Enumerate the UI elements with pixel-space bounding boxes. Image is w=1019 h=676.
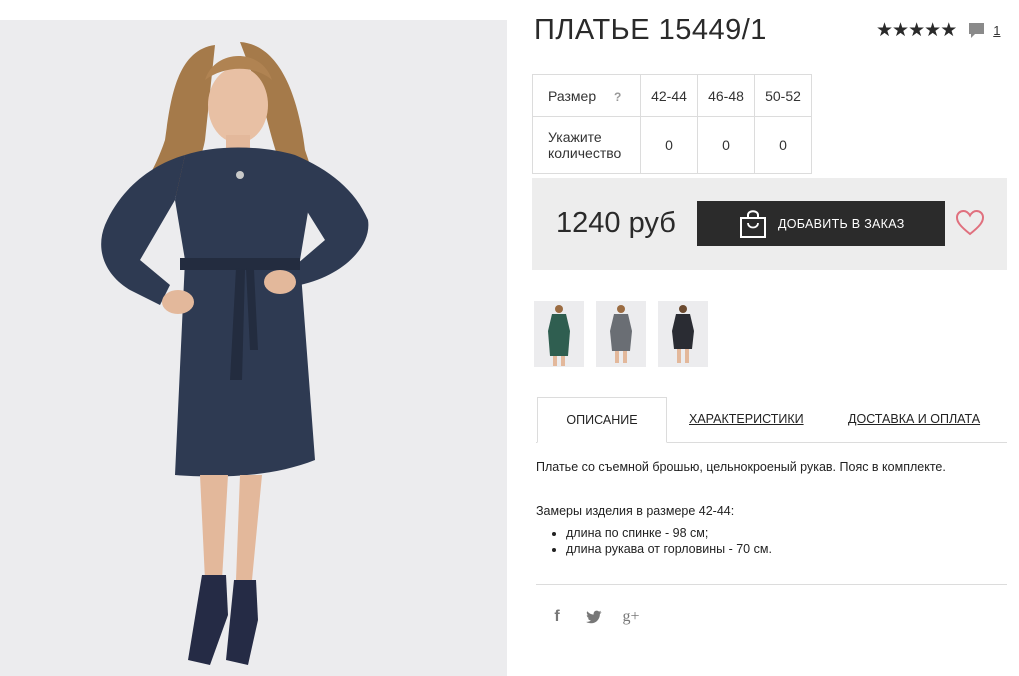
size-option: 50-52 (754, 74, 812, 117)
add-to-order-button[interactable]: ДОБАВИТЬ В ЗАКАЗ (697, 201, 945, 246)
thumbnail-black-dress[interactable] (658, 301, 708, 367)
list-item: длина по спинке - 98 см; (566, 525, 772, 541)
thumbnail-green-dress[interactable] (534, 301, 584, 367)
comment-count-link[interactable]: 1 (993, 23, 1000, 38)
quantity-input[interactable]: 0 (697, 116, 755, 174)
product-description: Платье со съемной брошью, цельнокроеный … (536, 460, 946, 474)
main-product-image[interactable] (0, 20, 507, 676)
quantity-input[interactable]: 0 (640, 116, 698, 174)
heart-icon[interactable] (956, 210, 984, 236)
quantity-label-line2: количество (548, 145, 622, 161)
star-icon[interactable]: ★ (940, 21, 957, 40)
star-icon[interactable]: ★ (876, 21, 893, 40)
tab-characteristics[interactable]: ХАРАКТЕРИСТИКИ (689, 397, 804, 441)
size-help-icon[interactable]: ? (614, 90, 621, 104)
size-option: 46-48 (697, 74, 755, 117)
add-to-order-label: ДОБАВИТЬ В ЗАКАЗ (778, 216, 905, 231)
size-label: Размер (548, 87, 597, 104)
star-icon[interactable]: ★ (908, 21, 925, 40)
measurements-list: длина по спинке - 98 см; длина рукава от… (550, 525, 772, 557)
product-tabs: ОПИСАНИЕ ХАРАКТЕРИСТИКИ ДОСТАВКА И ОПЛАТ… (536, 397, 1007, 443)
shopping-bag-icon (740, 210, 766, 238)
dress-thumbnail-image (548, 305, 570, 366)
comment-icon[interactable] (968, 22, 985, 39)
star-icon[interactable]: ★ (892, 21, 909, 40)
social-share: f g+ (548, 608, 640, 626)
divider (536, 584, 1007, 585)
dress-thumbnail-image (610, 305, 632, 363)
product-price: 1240 руб (556, 207, 676, 239)
star-icon[interactable]: ★ (924, 21, 941, 40)
googleplus-icon[interactable]: g+ (622, 608, 640, 626)
dress-thumbnail-image (672, 305, 694, 363)
size-option: 42-44 (640, 74, 698, 117)
thumbnail-list (534, 301, 708, 367)
facebook-icon[interactable]: f (548, 608, 566, 626)
thumbnail-gray-dress[interactable] (596, 301, 646, 367)
measurements-title: Замеры изделия в размере 42-44: (536, 504, 735, 518)
dress-model-illustration (0, 20, 507, 676)
product-title: ПЛАТЬЕ 15449/1 (534, 14, 767, 46)
tab-delivery-payment[interactable]: ДОСТАВКА И ОПЛАТА (848, 397, 980, 441)
quantity-label-line1: Укажите (548, 129, 602, 145)
quantity-row: Укажите количество 0 0 0 (532, 116, 812, 174)
buy-panel: 1240 руб ДОБАВИТЬ В ЗАКАЗ (532, 178, 1007, 270)
product-rating[interactable]: ★ ★ ★ ★ ★ 1 (876, 21, 1000, 40)
size-label-cell: Размер ? (532, 74, 641, 117)
size-quantity-table: Размер ? 42-44 46-48 50-52 Укажите колич… (532, 74, 812, 174)
tab-description[interactable]: ОПИСАНИЕ (537, 397, 667, 443)
size-row: Размер ? 42-44 46-48 50-52 (532, 74, 812, 117)
quantity-input[interactable]: 0 (754, 116, 812, 174)
twitter-icon[interactable] (586, 610, 602, 624)
quantity-label-cell: Укажите количество (532, 116, 641, 174)
list-item: длина рукава от горловины - 70 см. (566, 541, 772, 557)
